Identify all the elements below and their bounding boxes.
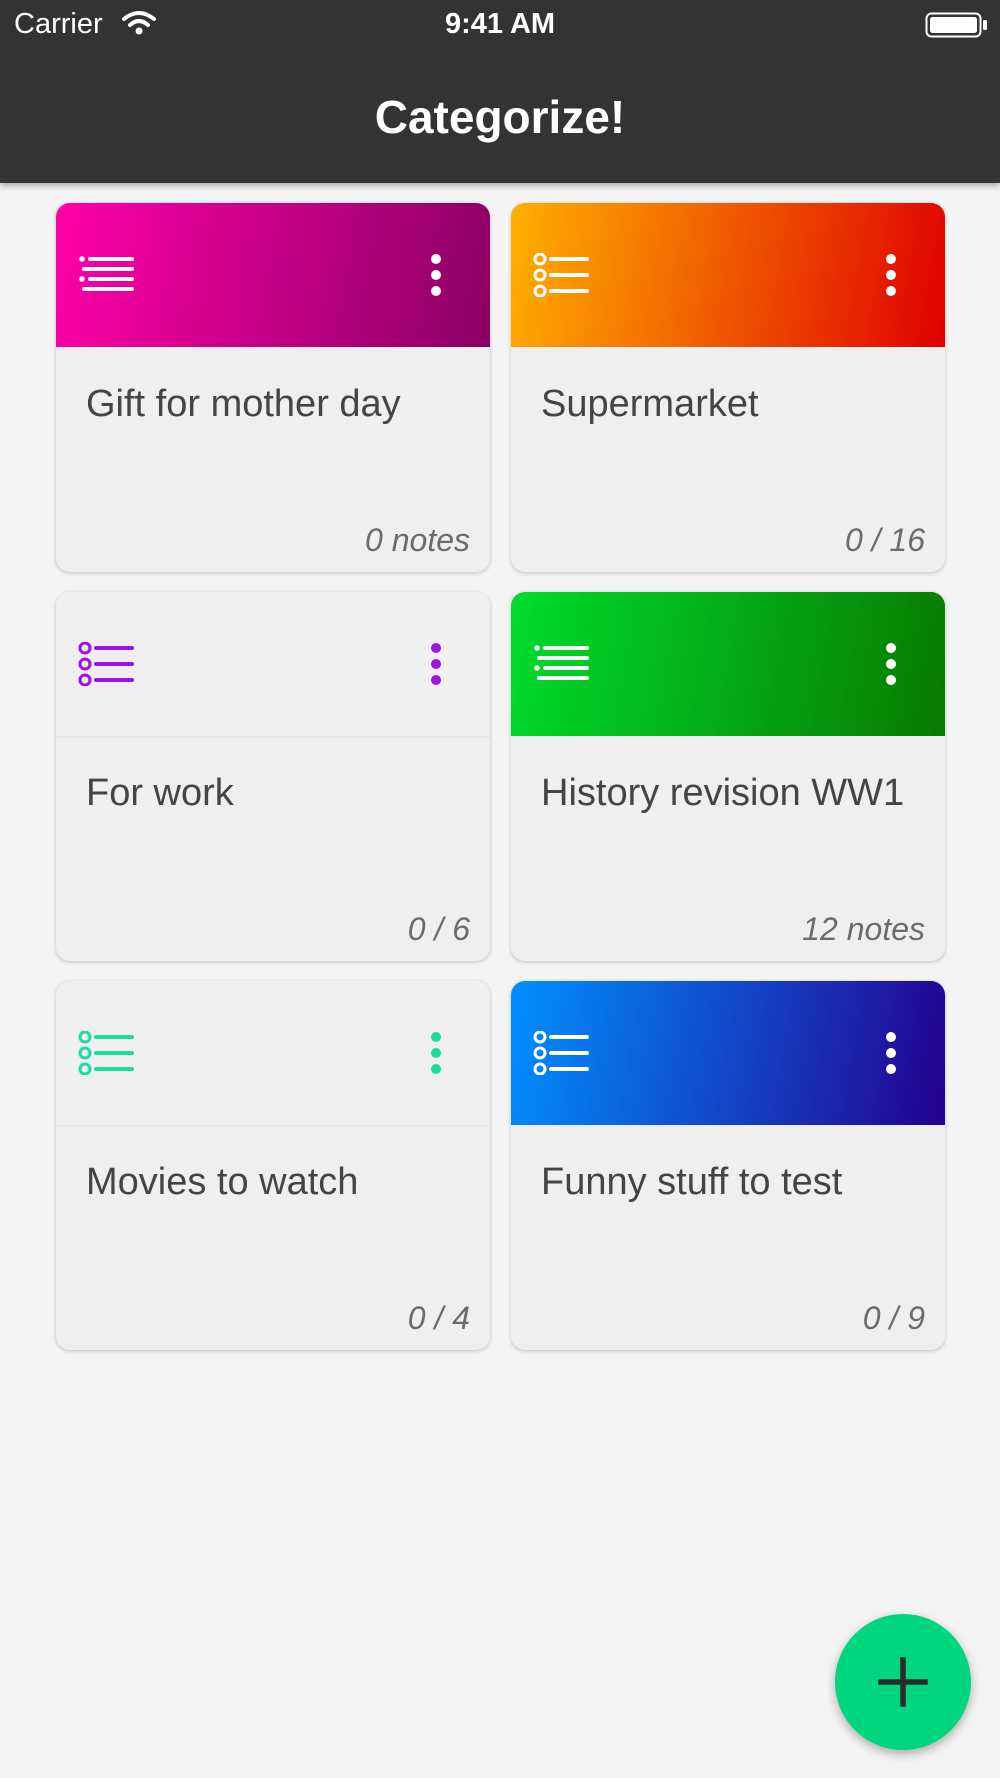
- card-header: [56, 592, 490, 738]
- app-bar: Categorize!: [0, 50, 1000, 183]
- card-header: [511, 592, 945, 736]
- status-bar: Carrier 9:41 AM: [0, 0, 1000, 50]
- note-count: 12 notes: [802, 911, 925, 947]
- checklist-icon: [78, 1030, 134, 1076]
- more-options-icon[interactable]: [426, 642, 446, 686]
- card-header: [56, 981, 490, 1127]
- note-count: 0 / 6: [407, 911, 470, 947]
- category-title: Gift for mother day: [86, 383, 401, 425]
- status-time: 9:41 AM: [444, 8, 556, 40]
- note-count: 0 / 16: [844, 522, 925, 558]
- more-options-icon[interactable]: [881, 1031, 901, 1075]
- checklist-icon: [78, 641, 134, 687]
- more-options-icon[interactable]: [426, 1031, 446, 1075]
- add-category-button[interactable]: [835, 1614, 971, 1750]
- category-title: Movies to watch: [86, 1161, 359, 1203]
- note-count: 0 / 4: [407, 1300, 470, 1336]
- checklist-icon: [533, 252, 589, 298]
- more-options-icon[interactable]: [881, 253, 901, 297]
- category-title: For work: [86, 772, 234, 814]
- category-title: Supermarket: [541, 383, 759, 425]
- category-title: History revision WW1: [541, 772, 905, 814]
- more-options-icon[interactable]: [426, 253, 446, 297]
- note-count: 0 / 9: [862, 1300, 925, 1336]
- category-card[interactable]: Gift for mother day 0 notes: [56, 203, 490, 572]
- card-header: [56, 203, 490, 347]
- battery-icon: [925, 12, 989, 43]
- bullet-list-icon: [78, 253, 134, 297]
- note-count: 0 notes: [365, 522, 470, 558]
- category-card[interactable]: Supermarket 0 / 16: [511, 203, 945, 572]
- category-card[interactable]: For work 0 / 6: [56, 592, 490, 961]
- card-header: [511, 203, 945, 347]
- checklist-icon: [533, 1030, 589, 1076]
- bullet-list-icon: [533, 642, 589, 686]
- category-card[interactable]: Movies to watch 0 / 4: [56, 981, 490, 1350]
- more-options-icon[interactable]: [881, 642, 901, 686]
- card-header: [511, 981, 945, 1125]
- page-title: Categorize!: [374, 91, 626, 143]
- category-title: Funny stuff to test: [541, 1161, 843, 1203]
- category-card[interactable]: Funny stuff to test 0 / 9: [511, 981, 945, 1350]
- category-card[interactable]: History revision WW1 12 notes: [511, 592, 945, 961]
- plus-icon: [873, 1652, 933, 1717]
